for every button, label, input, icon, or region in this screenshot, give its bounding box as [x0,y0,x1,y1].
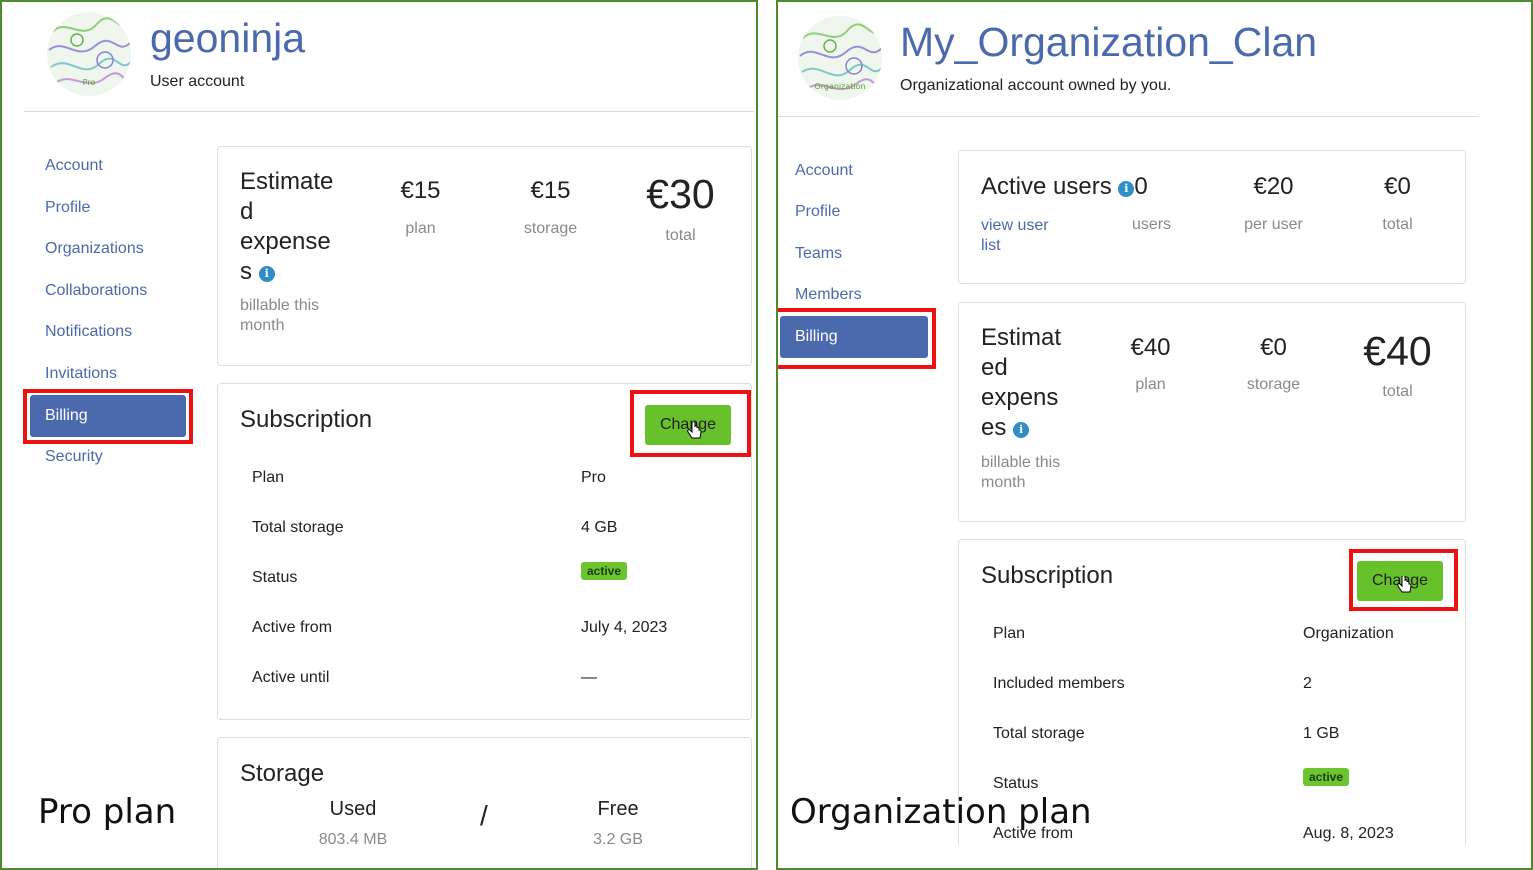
estimated-expenses-card: Estimat ed expens es i billable this mon… [958,302,1466,522]
info-icon[interactable]: i [258,266,275,282]
avatar-badge-label: Pro [82,78,96,87]
estimated-expenses-card: Estimate d expense s i billable this mon… [217,146,752,366]
active-from-value: July 4, 2023 [581,619,668,636]
account-subtitle: User account [150,73,245,90]
active-users-card: Active users i0 view user list users €20… [958,150,1466,284]
avatar-badge-label: Organization [814,82,866,91]
change-button-highlight [1349,549,1458,611]
storage-value: 1 GB [1303,725,1340,742]
plan-cost-label: plan [1135,376,1166,393]
account-title: geoninja [150,15,306,61]
sidebar-item-security[interactable]: Security [45,448,103,466]
header-divider [24,111,754,112]
active-users-count: 0 [1134,173,1148,200]
storage-cost-label: storage [523,220,578,237]
estimated-expenses-label: Estimate d expense s i [240,168,334,285]
sidebar-item-collaborations[interactable]: Collaborations [45,282,147,300]
per-user-cost: €20 [1253,173,1294,200]
included-members-value: 2 [1303,675,1312,692]
storage-cost-label: storage [1246,376,1301,393]
status-badge: active [581,562,628,580]
organization-plan-panel: Organization My_Organization_Clan Organi… [776,0,1533,870]
billable-note: billable this month [981,454,1061,491]
organization-plan-caption: Organization plan [790,792,1092,832]
sidebar-item-teams[interactable]: Teams [795,245,842,263]
plan-label: Plan [252,469,285,486]
users-total-cost: €0 [1384,173,1411,200]
used-label: Used [329,798,377,820]
status-badge: active [1303,768,1350,786]
sidebar-item-members[interactable]: Members [795,286,862,304]
estimated-expenses-label: Estimat ed expens es i [981,324,1062,441]
storage-divider: / [480,800,488,831]
total-cost: €30 [646,171,715,217]
subscription-title: Subscription [981,562,1114,589]
per-user-label: per user [1244,216,1303,233]
organization-title: My_Organization_Clan [900,19,1318,65]
storage-title: Storage [240,760,325,787]
sidebar-item-account[interactable]: Account [795,162,853,180]
plan-cost: €40 [1130,334,1171,361]
active-from-label: Active from [252,619,333,636]
plan-value: Pro [581,469,606,486]
free-value: 3.2 GB [593,831,643,848]
sidebar-item-organizations[interactable]: Organizations [45,240,144,258]
total-cost-label: total [665,227,696,244]
storage-value: 4 GB [581,519,618,536]
sidebar-item-invitations[interactable]: Invitations [45,365,117,383]
status-label: Status [252,569,298,586]
billing-highlight [23,389,193,444]
billable-note: billable this month [240,297,320,334]
sidebar-item-account[interactable]: Account [45,157,103,175]
active-from-value: Aug. 8, 2023 [1303,825,1394,842]
free-label: Free [597,798,639,820]
active-until-value: — [581,669,597,686]
info-icon[interactable]: i [1118,181,1135,197]
change-button-highlight [630,390,751,457]
organization-avatar: Organization [798,16,882,100]
total-cost-label: total [1382,383,1413,400]
storage-label: Total storage [252,519,344,536]
storage-cost: €15 [530,177,571,204]
plan-cost-label: plan [405,220,436,237]
billing-highlight [778,308,936,369]
users-total-label: total [1382,216,1413,233]
sidebar-item-profile[interactable]: Profile [795,203,840,221]
storage-card: Storage Used 803.4 MB / Free 3.2 GB [217,737,752,868]
pro-plan-panel: Pro geoninja User account Account Profil… [0,0,758,870]
storage-label: Total storage [993,725,1085,742]
total-cost: €40 [1363,328,1432,374]
user-avatar: Pro [47,12,131,96]
sidebar-item-notifications[interactable]: Notifications [45,323,132,341]
plan-value: Organization [1303,625,1394,642]
sidebar-item-profile[interactable]: Profile [45,199,90,217]
subscription-title: Subscription [240,406,373,433]
active-users-label: Active users i0 [981,173,1148,200]
storage-cost: €0 [1260,334,1287,361]
header-divider [778,116,1478,117]
bottom-crop [778,845,1531,868]
pro-plan-caption: Pro plan [38,792,177,832]
organization-subtitle: Organizational account owned by you. [900,77,1172,94]
active-until-label: Active until [252,669,330,686]
status-label: Status [993,775,1039,792]
plan-cost: €15 [400,177,441,204]
info-icon[interactable]: i [1013,422,1030,438]
plan-label: Plan [993,625,1026,642]
users-label: users [1131,216,1172,233]
included-members-label: Included members [993,675,1125,692]
view-user-list-link[interactable]: view user list [981,216,1049,256]
used-value: 803.4 MB [318,831,388,848]
